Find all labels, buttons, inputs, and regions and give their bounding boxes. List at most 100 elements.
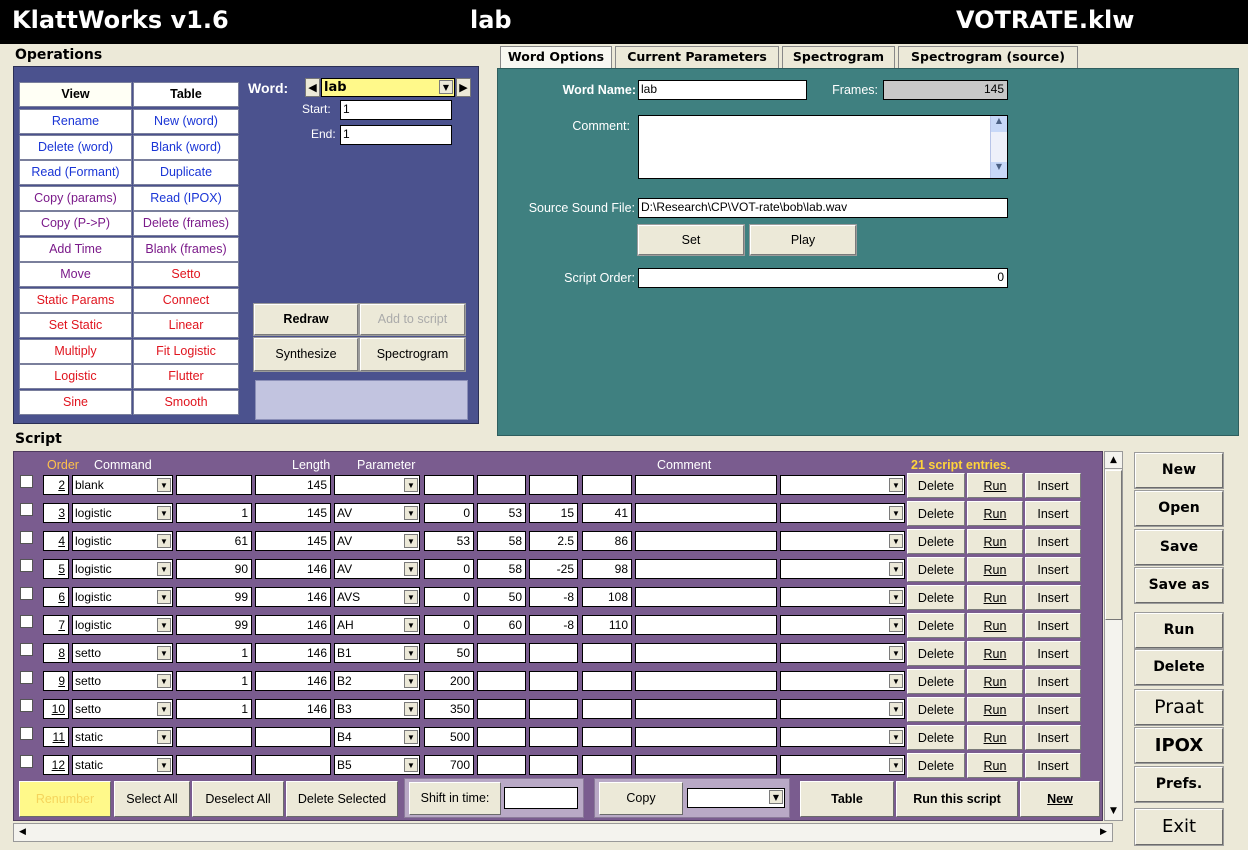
synthesize-button[interactable]: Synthesize — [253, 337, 359, 372]
chevron-down-icon[interactable]: ▼ — [157, 562, 171, 576]
table-button[interactable]: Table — [133, 82, 239, 107]
prefs-button[interactable]: Prefs. — [1134, 766, 1224, 803]
row-insert-button[interactable]: Insert — [1025, 501, 1081, 526]
run-button[interactable]: Run — [1134, 612, 1224, 649]
start-cell[interactable]: 61 — [176, 531, 252, 551]
option-select[interactable]: ▼ — [780, 587, 905, 607]
value2-cell[interactable] — [477, 671, 526, 691]
chevron-down-icon[interactable]: ▼ — [157, 702, 171, 716]
word-select[interactable]: lab ▼ — [321, 78, 455, 97]
parameter-select[interactable]: B5 ▼ — [334, 755, 420, 775]
row-delete-button[interactable]: Delete — [907, 585, 965, 610]
row-run-button[interactable]: Run — [967, 725, 1023, 750]
row-checkbox[interactable] — [20, 503, 33, 516]
start-cell[interactable]: 99 — [176, 615, 252, 635]
row-run-button[interactable]: Run — [967, 473, 1023, 498]
delete-button[interactable]: Delete — [1134, 649, 1224, 686]
operation-button[interactable]: Multiply — [19, 338, 132, 364]
open-button[interactable]: Open — [1134, 490, 1224, 527]
row-checkbox[interactable] — [20, 699, 33, 712]
tab-spectrogram-source[interactable]: Spectrogram (source) — [898, 46, 1078, 68]
row-checkbox[interactable] — [20, 475, 33, 488]
operation-button[interactable]: Copy (params) — [19, 185, 132, 211]
row-insert-button[interactable]: Insert — [1025, 725, 1081, 750]
operation-button[interactable]: Static Params — [19, 287, 132, 313]
row-run-button[interactable]: Run — [967, 641, 1023, 666]
new-script-button[interactable]: New — [1020, 781, 1100, 817]
row-order[interactable]: 6 — [43, 587, 69, 607]
value2-cell[interactable]: 60 — [477, 615, 526, 635]
value4-cell[interactable]: 86 — [582, 531, 632, 551]
row-checkbox[interactable] — [20, 559, 33, 572]
start-cell[interactable]: 1 — [176, 643, 252, 663]
length-cell[interactable] — [255, 755, 331, 775]
chevron-down-icon[interactable]: ▼ — [889, 618, 903, 632]
row-delete-button[interactable]: Delete — [907, 641, 965, 666]
chevron-down-icon[interactable]: ▼ — [157, 674, 171, 688]
start-cell[interactable] — [176, 755, 252, 775]
chevron-down-icon[interactable]: ▼ — [157, 730, 171, 744]
scroll-up-icon[interactable]: ▲ — [1105, 452, 1122, 469]
chevron-down-icon[interactable]: ▼ — [404, 562, 418, 576]
start-cell[interactable]: 1 — [176, 699, 252, 719]
operation-button[interactable]: Setto — [133, 262, 239, 287]
value2-cell[interactable] — [477, 727, 526, 747]
row-order[interactable]: 8 — [43, 643, 69, 663]
row-order[interactable]: 9 — [43, 671, 69, 691]
table-view-button[interactable]: Table — [800, 781, 894, 817]
operation-button[interactable]: Set Static — [19, 313, 132, 338]
command-select[interactable]: setto ▼ — [72, 699, 173, 719]
value1-cell[interactable]: 700 — [424, 755, 474, 775]
operation-button[interactable]: Delete (word) — [19, 134, 132, 160]
row-order[interactable]: 3 — [43, 503, 69, 523]
chevron-down-icon[interactable]: ▼ — [889, 702, 903, 716]
option-select[interactable]: ▼ — [780, 671, 905, 691]
row-run-button[interactable]: Run — [967, 585, 1023, 610]
chevron-down-icon[interactable]: ▼ — [889, 590, 903, 604]
command-select[interactable]: logistic ▼ — [72, 531, 173, 551]
row-checkbox[interactable] — [20, 587, 33, 600]
chevron-down-icon[interactable]: ▼ — [157, 506, 171, 520]
set-button[interactable]: Set — [637, 224, 745, 256]
row-delete-button[interactable]: Delete — [907, 501, 965, 526]
length-cell[interactable]: 146 — [255, 615, 331, 635]
operation-button[interactable]: Read (IPOX) — [133, 185, 239, 211]
chevron-down-icon[interactable]: ▼ — [889, 562, 903, 576]
option-select[interactable]: ▼ — [780, 559, 905, 579]
row-run-button[interactable]: Run — [967, 529, 1023, 554]
value4-cell[interactable] — [582, 671, 632, 691]
value3-cell[interactable]: 15 — [529, 503, 578, 523]
new-button[interactable]: New — [1134, 452, 1224, 489]
row-checkbox[interactable] — [20, 615, 33, 628]
renumber-button[interactable]: Renumber — [19, 781, 111, 817]
row-insert-button[interactable]: Insert — [1025, 669, 1081, 694]
scroll-left-icon[interactable]: ◀ — [14, 824, 31, 841]
value4-cell[interactable] — [582, 699, 632, 719]
operation-button[interactable]: Blank (word) — [133, 134, 239, 160]
value1-cell[interactable]: 0 — [424, 615, 474, 635]
shift-in-time-input[interactable] — [504, 787, 578, 809]
parameter-select[interactable]: AVS ▼ — [334, 587, 420, 607]
value3-cell[interactable] — [529, 755, 578, 775]
comment-cell[interactable] — [635, 755, 777, 775]
row-order[interactable]: 7 — [43, 615, 69, 635]
value3-cell[interactable]: -8 — [529, 587, 578, 607]
row-delete-button[interactable]: Delete — [907, 557, 965, 582]
comment-scrollbar[interactable]: ▲ ▼ — [990, 116, 1007, 178]
chevron-down-icon[interactable]: ▼ — [157, 618, 171, 632]
chevron-down-icon[interactable]: ▼ — [889, 506, 903, 520]
chevron-down-icon[interactable]: ▼ — [157, 478, 171, 492]
length-cell[interactable]: 146 — [255, 699, 331, 719]
value2-cell[interactable] — [477, 755, 526, 775]
value4-cell[interactable] — [582, 475, 632, 495]
parameter-select[interactable]: B3 ▼ — [334, 699, 420, 719]
chevron-down-icon[interactable]: ▼ — [404, 590, 418, 604]
shift-in-time-button[interactable]: Shift in time: — [409, 782, 501, 815]
length-cell[interactable]: 146 — [255, 559, 331, 579]
chevron-down-icon[interactable]: ▼ — [889, 478, 903, 492]
option-select[interactable]: ▼ — [780, 475, 905, 495]
option-select[interactable]: ▼ — [780, 755, 905, 775]
row-run-button[interactable]: Run — [967, 613, 1023, 638]
parameter-select[interactable]: AV ▼ — [334, 531, 420, 551]
value1-cell[interactable]: 0 — [424, 559, 474, 579]
